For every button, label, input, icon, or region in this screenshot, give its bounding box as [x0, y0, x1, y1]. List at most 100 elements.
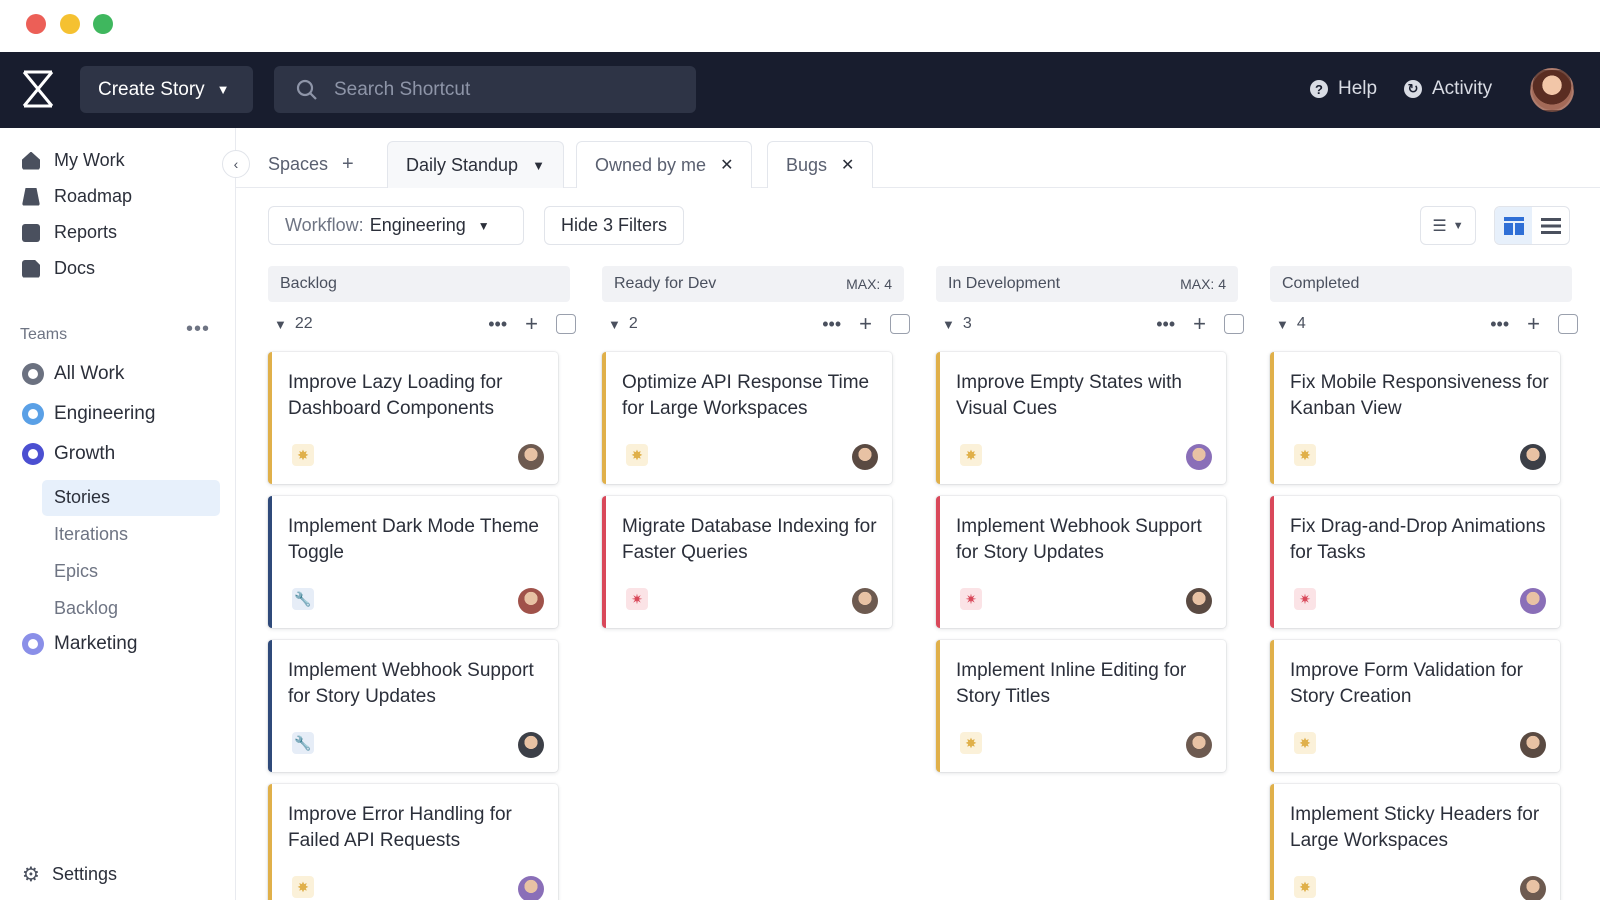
activity-link[interactable]: ↻ Activity: [1404, 78, 1492, 100]
close-icon[interactable]: ✕: [841, 155, 854, 175]
story-count: 4: [1296, 315, 1306, 332]
tab-label: Bugs: [786, 154, 828, 175]
column-more-icon[interactable]: •••: [1156, 314, 1175, 335]
story-card[interactable]: Fix Mobile Responsiveness for Kanban Vie…: [1270, 352, 1560, 484]
story-title: Optimize API Response Time for Large Wor…: [622, 372, 870, 419]
user-avatar[interactable]: [1530, 68, 1574, 112]
assignee-avatar[interactable]: [1520, 876, 1546, 900]
add-story-icon[interactable]: +: [1527, 311, 1540, 337]
assignee-avatar[interactable]: [1186, 444, 1212, 470]
column-header: Backlog: [268, 266, 570, 302]
add-story-icon[interactable]: +: [525, 311, 538, 337]
teams-more-icon[interactable]: •••: [186, 318, 210, 341]
assignee-avatar[interactable]: [1186, 588, 1212, 614]
add-story-icon[interactable]: +: [859, 311, 872, 337]
column-more-icon[interactable]: •••: [822, 314, 841, 335]
team-icon: [22, 633, 44, 655]
teams-heading: Teams: [20, 326, 68, 343]
team-growth[interactable]: Growth: [22, 443, 115, 465]
select-column-checkbox[interactable]: [556, 314, 576, 334]
app-logo-icon[interactable]: [18, 68, 58, 110]
close-icon[interactable]: ✕: [720, 155, 733, 175]
story-card[interactable]: Migrate Database Indexing for Faster Que…: [602, 496, 892, 628]
assignee-avatar[interactable]: [518, 876, 544, 900]
sidebar-item-my-work[interactable]: My Work: [22, 150, 125, 171]
wrench-icon: 🔧: [292, 732, 314, 754]
story-card[interactable]: Implement Inline Editing for Story Title…: [936, 640, 1226, 772]
view-tabs: Spaces + Daily Standup ▼ Owned by me ✕ B…: [236, 128, 1600, 188]
collapse-sidebar-chevron-icon[interactable]: ‹: [222, 150, 250, 178]
search-input[interactable]: Search Shortcut: [274, 66, 696, 113]
hide-filters-button[interactable]: Hide 3 Filters: [544, 206, 685, 245]
settings-link[interactable]: ⚙ Settings: [22, 862, 117, 887]
tab-spaces[interactable]: Spaces +: [250, 141, 372, 188]
chevron-down-icon: ▼: [1452, 219, 1464, 232]
story-card[interactable]: Improve Lazy Loading for Dashboard Compo…: [268, 352, 558, 484]
column-name: Completed: [1282, 275, 1360, 292]
add-story-icon[interactable]: +: [1193, 311, 1206, 337]
gear-icon: ⚙: [22, 864, 40, 886]
maximize-window-button[interactable]: [93, 14, 113, 34]
sidebar-item-docs[interactable]: Docs: [22, 258, 95, 279]
select-column-checkbox[interactable]: [1558, 314, 1578, 334]
sidebar-item-epics[interactable]: Epics: [54, 561, 98, 582]
create-story-button[interactable]: Create Story ▼: [80, 66, 253, 113]
team-engineering[interactable]: Engineering: [22, 403, 155, 425]
story-card[interactable]: Implement Webhook Support for Story Upda…: [936, 496, 1226, 628]
story-card[interactable]: Implement Dark Mode Theme Toggle 🔧: [268, 496, 558, 628]
story-card[interactable]: Improve Error Handling for Failed API Re…: [268, 784, 558, 900]
story-card[interactable]: Implement Sticky Headers for Large Works…: [1270, 784, 1560, 900]
assignee-avatar[interactable]: [518, 732, 544, 758]
help-label: Help: [1338, 78, 1378, 99]
docs-icon: [22, 259, 40, 278]
story-title: Migrate Database Indexing for Faster Que…: [622, 516, 877, 563]
story-card[interactable]: Optimize API Response Time for Large Wor…: [602, 352, 892, 484]
activity-icon: ↻: [1404, 80, 1422, 98]
assignee-avatar[interactable]: [1520, 588, 1546, 614]
tab-daily-standup[interactable]: Daily Standup ▼: [387, 141, 564, 188]
column-more-icon[interactable]: •••: [1490, 314, 1509, 335]
minimize-window-button[interactable]: [60, 14, 80, 34]
bug-icon: ✷: [960, 588, 982, 610]
story-card[interactable]: Implement Webhook Support for Story Upda…: [268, 640, 558, 772]
story-title: Implement Webhook Support for Story Upda…: [288, 660, 534, 707]
kanban-view-icon[interactable]: [1495, 207, 1532, 244]
sidebar-item-stories[interactable]: Stories: [54, 487, 110, 508]
assignee-avatar[interactable]: [1520, 732, 1546, 758]
assignee-avatar[interactable]: [518, 588, 544, 614]
create-story-label: Create Story: [98, 78, 205, 100]
assignee-avatar[interactable]: [852, 588, 878, 614]
column-toolbar: ▼ 22 ••• +: [274, 311, 576, 337]
wip-limit: MAX: 4: [1180, 276, 1226, 292]
team-marketing[interactable]: Marketing: [22, 633, 137, 655]
close-window-button[interactable]: [26, 14, 46, 34]
story-card[interactable]: Fix Drag-and-Drop Animations for Tasks ✷: [1270, 496, 1560, 628]
workflow-select[interactable]: Workflow: Engineering ▼: [268, 206, 524, 245]
column-header: In Development MAX: 4: [936, 266, 1238, 302]
team-all-work[interactable]: All Work: [22, 363, 124, 385]
help-link[interactable]: ? Help: [1310, 78, 1377, 100]
tab-bugs[interactable]: Bugs ✕: [767, 141, 874, 188]
assignee-avatar[interactable]: [1520, 444, 1546, 470]
story-card[interactable]: Improve Empty States with Visual Cues ✸: [936, 352, 1226, 484]
tab-owned-by-me[interactable]: Owned by me ✕: [576, 141, 753, 188]
sidebar-item-roadmap[interactable]: Roadmap: [22, 186, 132, 207]
select-column-checkbox[interactable]: [890, 314, 910, 334]
team-label: All Work: [54, 363, 125, 384]
sidebar-item-iterations[interactable]: Iterations: [54, 524, 128, 545]
assignee-avatar[interactable]: [852, 444, 878, 470]
feature-icon: ✸: [1294, 876, 1316, 898]
sidebar-item-reports[interactable]: Reports: [22, 222, 117, 243]
chevron-down-icon[interactable]: ▼: [532, 158, 545, 173]
column-more-icon[interactable]: •••: [488, 314, 507, 335]
add-space-icon[interactable]: +: [342, 153, 354, 176]
sidebar-item-backlog[interactable]: Backlog: [54, 598, 118, 619]
assignee-avatar[interactable]: [1186, 732, 1212, 758]
select-column-checkbox[interactable]: [1224, 314, 1244, 334]
list-view-icon[interactable]: [1532, 207, 1569, 244]
assignee-avatar[interactable]: [518, 444, 544, 470]
story-card[interactable]: Improve Form Validation for Story Creati…: [1270, 640, 1560, 772]
board-settings-button[interactable]: ☰ ▼: [1420, 206, 1476, 245]
activity-label: Activity: [1432, 78, 1493, 99]
feature-icon: ✸: [1294, 444, 1316, 466]
